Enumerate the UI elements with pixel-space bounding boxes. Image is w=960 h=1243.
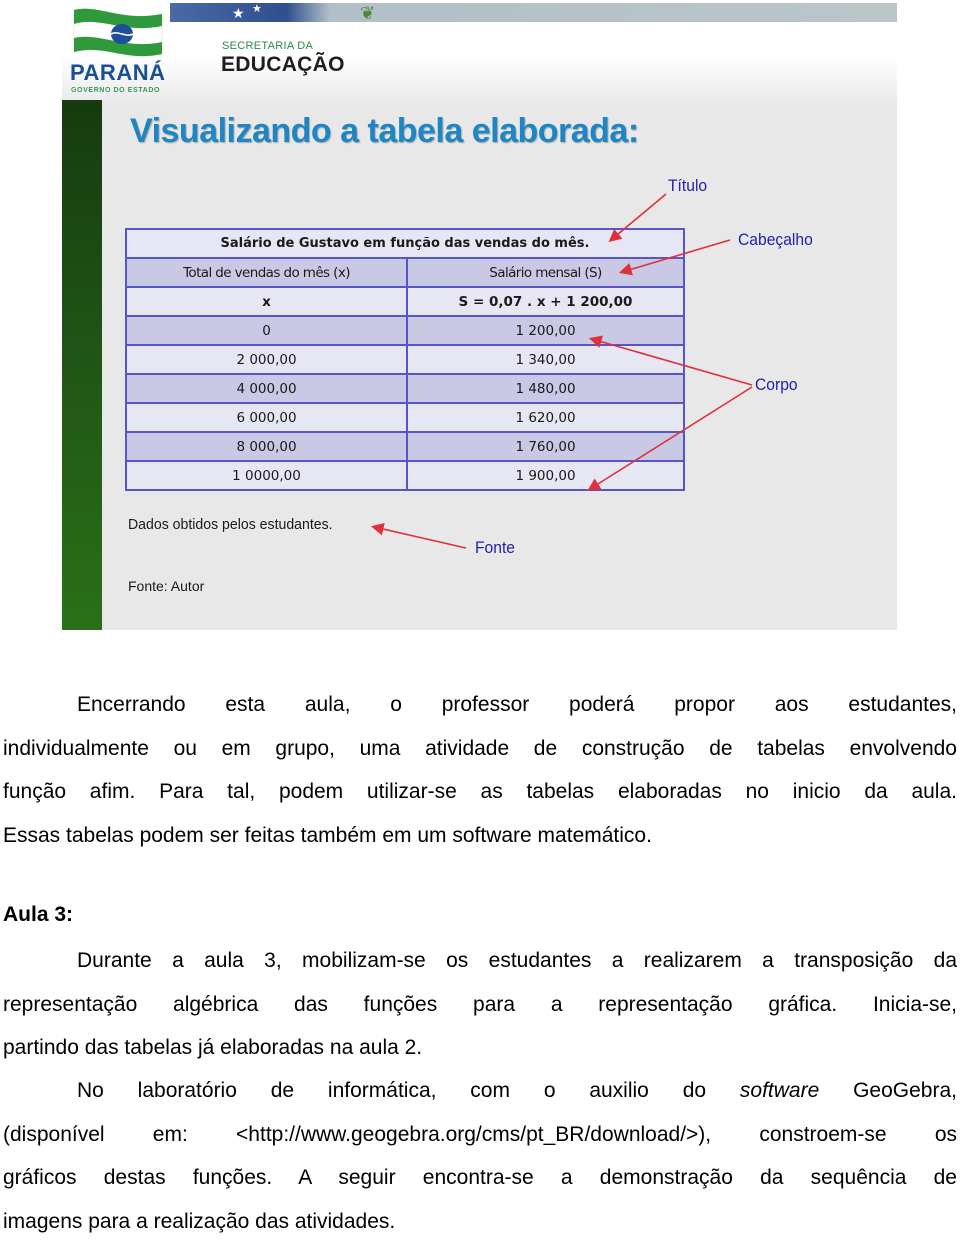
annotation-body: Corpo [755, 375, 798, 395]
department-name: EDUCAÇÃO [221, 53, 345, 77]
department-label: SECRETARIA DA [222, 40, 313, 52]
annotation-title: Título [668, 176, 707, 196]
parana-flag-icon [70, 4, 166, 62]
star-icon: ★ [252, 2, 262, 16]
slide-title: Visualizando a tabela elaborada: [130, 112, 639, 151]
figure-credit: Fonte: Autor [128, 578, 204, 594]
cell-salary: 1 900,00 [407, 461, 684, 490]
text-line: (disponível em: <http://www.geogebra.org… [3, 1113, 957, 1157]
text-segment: GeoGebra, [819, 1079, 957, 1102]
table-row: 2 000,00 1 340,00 [126, 345, 684, 374]
sidebar-accent [62, 100, 102, 630]
table-formula-row: x S = 0,07 . x + 1 200,00 [126, 287, 684, 316]
cell-sales: 4 000,00 [126, 374, 407, 403]
text-line: gráficos destas funções. A seguir encont… [3, 1156, 957, 1200]
arrow-source [374, 527, 466, 548]
text-segment: No laboratório de informática, com o aux… [77, 1079, 740, 1102]
cell-salary: 1 480,00 [407, 374, 684, 403]
table-caption: Salário de Gustavo em função das vendas … [126, 229, 684, 258]
header-sales: Total de vendas do mês (x) [126, 258, 407, 287]
slide-header: ★ ★ ❦ PARANÁ GOVERNO DO ESTADO SECRETARI… [62, 0, 897, 100]
text-line: representação algébrica das funções para… [3, 983, 957, 1027]
slide-figure: ★ ★ ❦ PARANÁ GOVERNO DO ESTADO SECRETARI… [62, 0, 897, 630]
table-row: 8 000,00 1 760,00 [126, 432, 684, 461]
banner-strip: ★ ★ ❦ [170, 3, 897, 22]
table-caption-row: Salário de Gustavo em função das vendas … [126, 229, 684, 258]
salary-table: Salário de Gustavo em função das vendas … [125, 228, 685, 491]
branch-icon: ❦ [360, 4, 375, 22]
cell-salary: 1 760,00 [407, 432, 684, 461]
logo-subtitle: GOVERNO DO ESTADO [71, 87, 160, 94]
table-row: 0 1 200,00 [126, 316, 684, 345]
text-line: Essas tabelas podem ser feitas também em… [3, 814, 957, 858]
formula-x: x [126, 287, 407, 316]
star-icon: ★ [232, 6, 245, 20]
paragraph-lesson3: Durante a aula 3, mobilizam-se os estuda… [3, 939, 957, 1070]
cell-sales: 0 [126, 316, 407, 345]
table-row: 1 0000,00 1 900,00 [126, 461, 684, 490]
text-line: Durante a aula 3, mobilizam-se os estuda… [3, 939, 957, 983]
header-salary: Salário mensal (S) [407, 258, 684, 287]
cell-sales: 8 000,00 [126, 432, 407, 461]
cell-sales: 2 000,00 [126, 345, 407, 374]
text-line: função afim. Para tal, podem utilizar-se… [3, 770, 957, 814]
annotation-header: Cabeçalho [738, 230, 813, 250]
table-row: 6 000,00 1 620,00 [126, 403, 684, 432]
cell-salary: 1 340,00 [407, 345, 684, 374]
formula-s: S = 0,07 . x + 1 200,00 [407, 287, 684, 316]
logo-wordmark: PARANÁ [70, 60, 165, 86]
table-row: 4 000,00 1 480,00 [126, 374, 684, 403]
cell-sales: 6 000,00 [126, 403, 407, 432]
text-line: Encerrando esta aula, o professor poderá… [3, 683, 957, 727]
text-line: No laboratório de informática, com o aux… [3, 1069, 957, 1113]
paragraph-geogebra: No laboratório de informática, com o aux… [3, 1069, 957, 1243]
table-header-row: Total de vendas do mês (x) Salário mensa… [126, 258, 684, 287]
text-line: individualmente ou em grupo, uma ativida… [3, 727, 957, 771]
italic-term: software [740, 1079, 819, 1102]
cell-salary: 1 200,00 [407, 316, 684, 345]
table-source-note: Dados obtidos pelos estudantes. [128, 516, 333, 533]
annotation-source: Fonte [475, 538, 515, 558]
cell-sales: 1 0000,00 [126, 461, 407, 490]
cell-salary: 1 620,00 [407, 403, 684, 432]
text-line: imagens para a realização das atividades… [3, 1200, 957, 1243]
paragraph-closing: Encerrando esta aula, o professor poderá… [3, 683, 957, 857]
section-heading: Aula 3: [3, 903, 73, 927]
text-line: partindo das tabelas já elaboradas na au… [3, 1026, 957, 1070]
